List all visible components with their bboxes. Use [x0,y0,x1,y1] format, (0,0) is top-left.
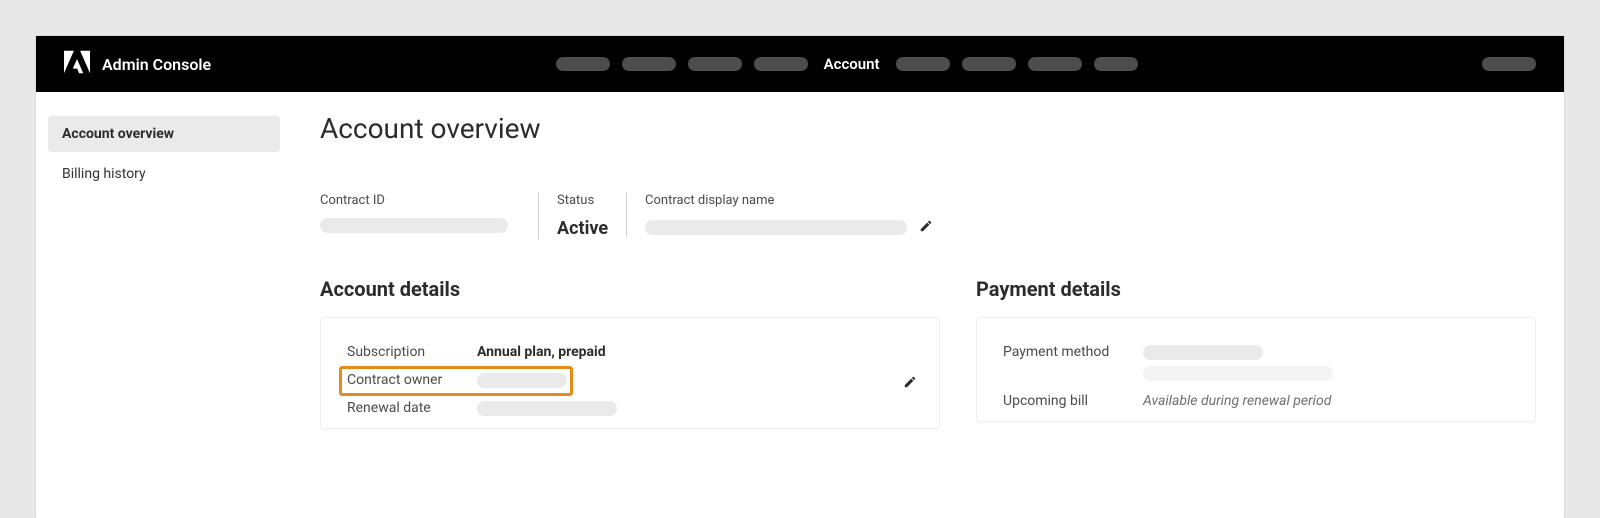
contract-owner-label: Contract owner [347,372,477,388]
account-details-heading: Account details [320,277,940,301]
page-title: Account overview [320,112,1536,145]
payment-details-heading: Payment details [976,277,1536,301]
sidebar-item-label: Billing history [62,166,146,182]
contract-owner-value-placeholder [477,373,567,388]
subscription-row: Subscription Annual plan, prepaid [347,338,913,366]
nav-placeholder[interactable] [688,57,742,71]
status-value: Active [557,218,608,239]
contract-summary: Contract ID Status Active Contract displ… [320,193,1536,239]
subscription-value: Annual plan, prepaid [477,344,606,360]
sidebar: Account overview Billing history [36,92,292,518]
topbar: Admin Console Account [36,36,1564,92]
upcoming-bill-label: Upcoming bill [1003,393,1143,409]
nav-placeholder[interactable] [896,57,950,71]
sidebar-item-account-overview[interactable]: Account overview [48,116,280,152]
main: Account overview Contract ID Status Acti… [292,92,1564,518]
topbar-action-placeholder[interactable] [1482,57,1536,71]
pencil-icon [903,375,917,389]
adobe-logo-icon [64,49,90,79]
renewal-date-row: Renewal date [347,394,913,422]
contract-id-label: Contract ID [320,193,520,208]
payment-method-value-placeholder [1143,345,1263,360]
nav-placeholder[interactable] [1028,57,1082,71]
display-name-col: Contract display name [626,193,951,237]
nav-tab-account[interactable]: Account [820,55,884,73]
edit-display-name-button[interactable] [919,218,933,237]
brand: Admin Console [64,49,211,79]
nav-placeholder[interactable] [754,57,808,71]
payment-method-row-2 [1003,366,1509,387]
upcoming-bill-row: Upcoming bill Available during renewal p… [1003,387,1509,415]
topnav: Account [211,55,1482,73]
status-col: Status Active [538,193,626,239]
nav-placeholder[interactable] [1094,57,1138,71]
details-sections: Account details Subscription Annual plan… [320,277,1536,429]
nav-placeholder[interactable] [622,57,676,71]
payment-method-extra-placeholder [1143,366,1333,381]
contract-id-value-placeholder [320,218,508,233]
upcoming-bill-value: Available during renewal period [1143,393,1331,409]
topbar-right [1482,57,1536,71]
subscription-label: Subscription [347,344,477,360]
payment-method-row: Payment method [1003,338,1509,366]
nav-placeholder[interactable] [556,57,610,71]
body: Account overview Billing history Account… [36,92,1564,518]
app-name: Admin Console [102,55,211,74]
payment-method-label: Payment method [1003,344,1143,360]
status-label: Status [557,193,608,208]
contract-owner-row: Contract owner [347,366,913,394]
app-window: Admin Console Account Account overview B… [36,36,1564,518]
account-details-section: Account details Subscription Annual plan… [320,277,940,429]
payment-details-section: Payment details Payment method Upcoming … [976,277,1536,422]
sidebar-item-billing-history[interactable]: Billing history [48,156,280,192]
nav-placeholder[interactable] [962,57,1016,71]
contract-id-col: Contract ID [320,193,538,233]
edit-account-details-button[interactable] [903,374,917,393]
renewal-date-value-placeholder [477,401,617,416]
renewal-date-label: Renewal date [347,400,477,416]
display-name-value-placeholder [645,220,907,235]
sidebar-item-label: Account overview [62,126,174,142]
payment-details-card: Payment method Upcoming bill Available d… [976,317,1536,422]
display-name-label: Contract display name [645,193,933,208]
pencil-icon [919,219,933,233]
account-details-card: Subscription Annual plan, prepaid Contra… [320,317,940,429]
